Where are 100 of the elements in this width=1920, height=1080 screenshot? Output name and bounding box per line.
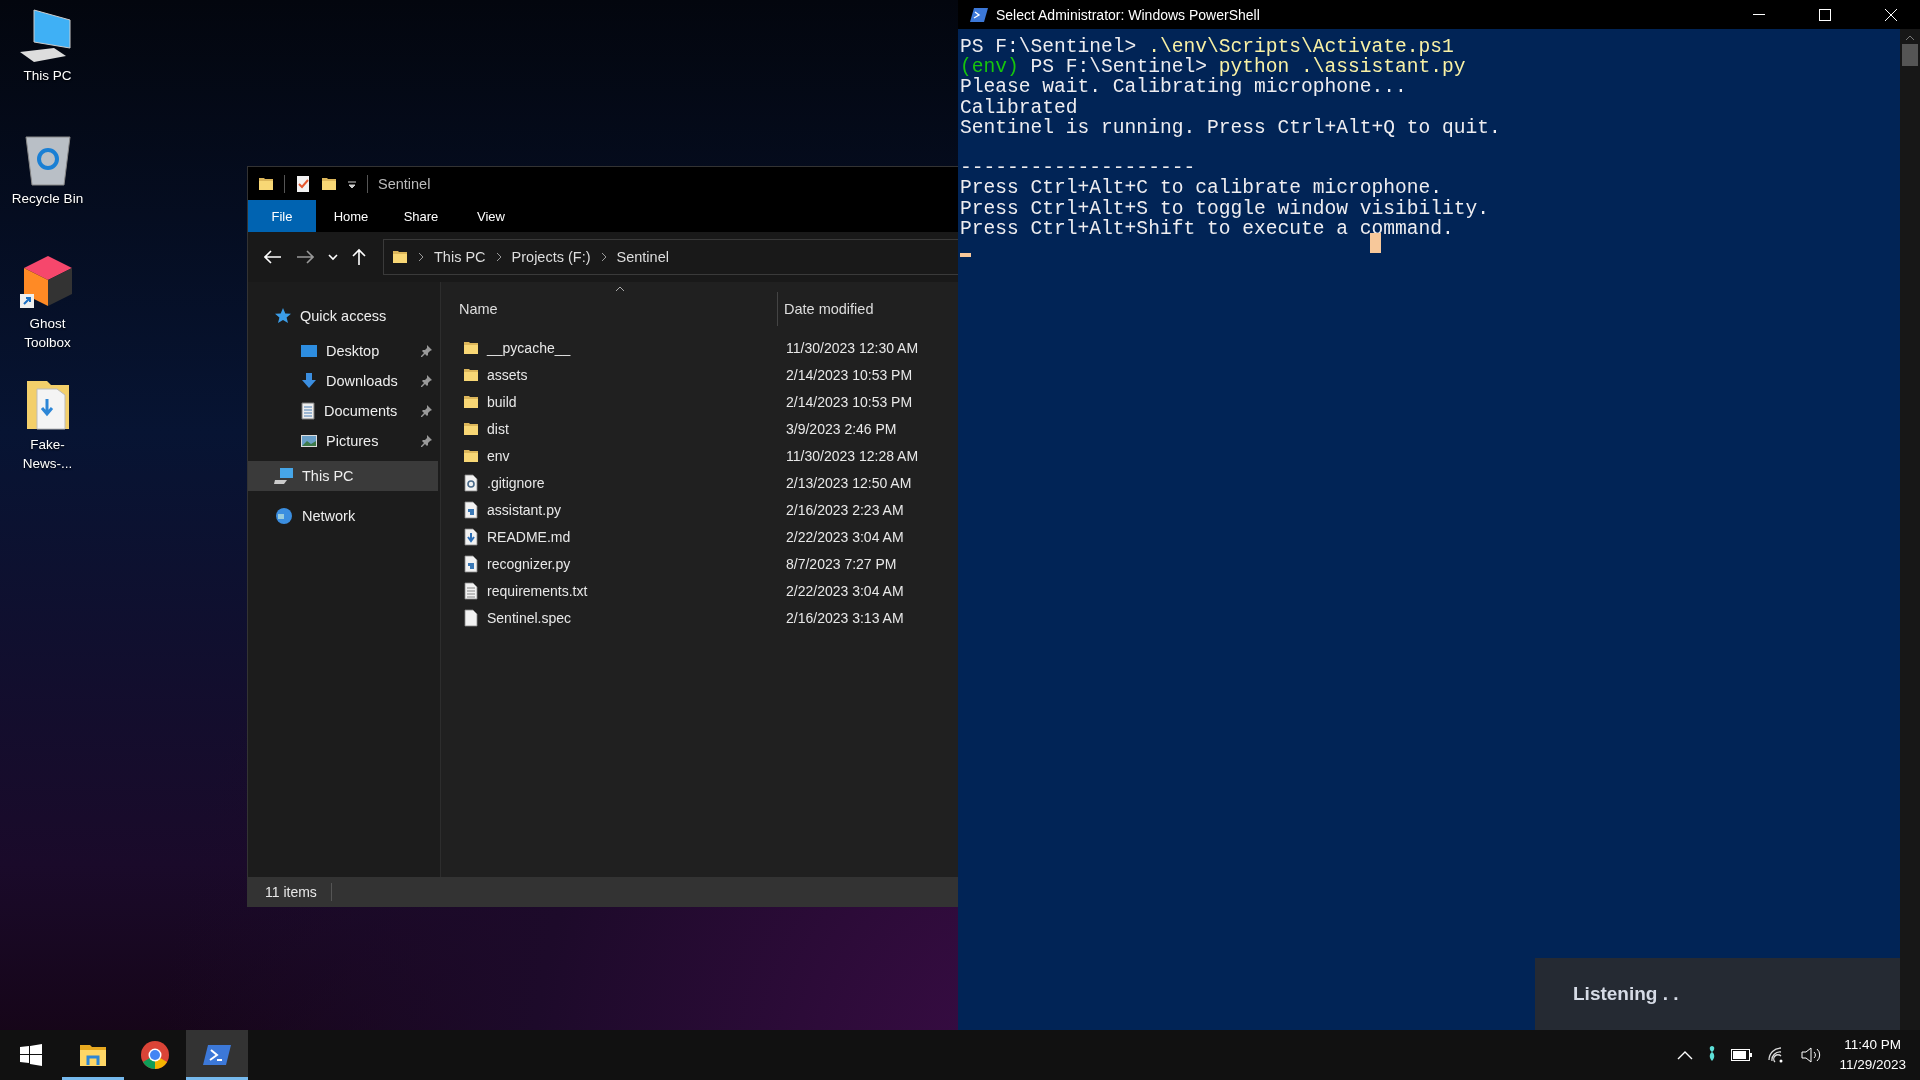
pin-icon[interactable] [420, 375, 432, 387]
sidebar-item[interactable]: Network [248, 501, 438, 531]
date-modified: 11/30/2023 12:30 AM [785, 339, 919, 356]
address-bar[interactable]: This PC Projects (F:) Sentinel [383, 239, 958, 275]
breadcrumb-item[interactable]: This PC [434, 249, 486, 265]
scrollbar-thumb[interactable] [1902, 44, 1918, 66]
maximize-icon [1819, 8, 1831, 21]
breadcrumb-item[interactable]: Sentinel [616, 249, 669, 265]
terminal-line: Calibrated [960, 96, 1078, 119]
file-name[interactable]: .gitignore [487, 474, 545, 491]
sidebar-item[interactable]: Documents [248, 396, 440, 426]
sidebar-item[interactable]: Quick access [248, 301, 438, 331]
sidebar-item[interactable]: This PC [248, 461, 438, 491]
properties-icon[interactable] [295, 174, 311, 193]
file-name[interactable]: README.md [487, 528, 571, 545]
folder-icon [79, 1043, 107, 1067]
text-file-icon [463, 581, 479, 600]
close-icon [1885, 8, 1897, 21]
file-name[interactable]: env [487, 447, 510, 464]
desktop-icon [300, 344, 318, 358]
powershell-icon [970, 7, 988, 22]
file-name[interactable]: assistant.py [487, 501, 561, 518]
pin-icon[interactable] [420, 405, 432, 417]
desktop-icon-label[interactable]: Ghost Toolbox [9, 314, 86, 352]
sidebar-item[interactable]: Downloads [248, 366, 440, 396]
toast-text: Listening . . [1573, 983, 1679, 1005]
star-icon [274, 307, 292, 325]
file-icon [463, 608, 479, 627]
clock[interactable]: 11:40 PM 11/29/2023 [1835, 1035, 1906, 1075]
date-modified: 8/7/2023 7:27 PM [785, 555, 897, 572]
gear-file-icon [463, 473, 479, 492]
folder-icon[interactable] [258, 175, 274, 192]
browser-icon [140, 1040, 170, 1070]
back-arrow-icon[interactable] [264, 250, 282, 264]
date-modified: 2/14/2023 10:53 PM [785, 393, 913, 410]
desktop-icon-label[interactable]: Recycle Bin [9, 189, 86, 208]
file-name[interactable]: __pycache__ [487, 339, 571, 356]
download-icon [300, 372, 318, 390]
powershell-icon [203, 1044, 231, 1066]
markdown-file-icon [463, 527, 479, 546]
scroll-up-icon[interactable] [1906, 35, 1914, 40]
text-cursor [960, 252, 971, 257]
date-modified: 2/14/2023 10:53 PM [785, 366, 913, 383]
taskbar-button[interactable] [186, 1030, 248, 1080]
dropdown-icon[interactable] [347, 178, 357, 189]
folder-icon [392, 249, 408, 265]
breadcrumb-item[interactable]: Projects (F:) [511, 249, 591, 265]
ribbon-tab[interactable]: Share [386, 200, 456, 232]
column-header[interactable]: Date modified [778, 292, 958, 326]
forward-arrow-icon[interactable] [296, 250, 314, 264]
date-modified: 11/30/2023 12:28 AM [785, 447, 919, 464]
new-folder-icon[interactable] [321, 175, 337, 192]
terminal-line: Sentinel is running. Press Ctrl+Alt+Q to quit. [960, 116, 1501, 139]
date-modified: 2/16/2023 2:23 AM [785, 501, 904, 518]
file-menu-button[interactable]: File [248, 200, 316, 232]
up-arrow-icon[interactable] [352, 248, 366, 266]
battery-icon[interactable] [1731, 1049, 1754, 1061]
computer-icon [274, 467, 294, 485]
date-modified: 3/9/2023 2:46 PM [785, 420, 897, 437]
file-name[interactable]: assets [487, 366, 528, 383]
chevron-down-icon[interactable] [328, 253, 338, 261]
ribbon-tab[interactable]: View [456, 200, 526, 232]
desktop-icon-label[interactable]: Fake-News-... [9, 435, 86, 473]
sidebar-item[interactable]: Pictures [248, 426, 440, 456]
chevron-right-icon [495, 252, 502, 262]
pin-icon[interactable] [420, 345, 432, 357]
date-modified: 2/22/2023 3:04 AM [785, 582, 904, 599]
python-file-icon [463, 500, 479, 519]
terminal-line: Press Ctrl+Alt+C to calibrate microphone. [960, 177, 1443, 200]
picture-icon [300, 434, 318, 448]
date-modified: 2/22/2023 3:04 AM [785, 528, 904, 545]
python-file-icon [463, 554, 479, 573]
document-icon [300, 402, 316, 420]
window-title: Sentinel [378, 175, 431, 192]
file-name[interactable]: Sentinel.spec [487, 609, 572, 626]
terminal-line: Press Ctrl+Alt+Shift to execute a command. [960, 217, 1454, 240]
date-modified: 2/13/2023 12:50 AM [785, 474, 912, 491]
chevron-right-icon [418, 252, 424, 262]
file-name[interactable]: recognizer.py [487, 555, 571, 572]
volume-icon[interactable] [1801, 1046, 1822, 1064]
file-name[interactable]: requirements.txt [487, 582, 588, 599]
folder-icon [463, 393, 479, 410]
window-title: Select Administrator: Windows PowerShell [996, 6, 1261, 23]
sidebar-item[interactable]: Desktop [248, 336, 440, 366]
folder-icon [463, 339, 479, 356]
file-name[interactable]: dist [487, 420, 509, 437]
ribbon-tab[interactable]: Home [316, 200, 386, 232]
terminal-line: Please wait. Calibrating microphone... [960, 76, 1407, 99]
terminal-line: Press Ctrl+Alt+S to toggle window visibility. [960, 197, 1490, 220]
folder-icon [463, 420, 479, 437]
windows-start-icon [20, 1044, 42, 1066]
column-header[interactable]: Name [453, 292, 778, 326]
file-name[interactable]: build [487, 393, 517, 410]
chevron-up-icon[interactable] [1677, 1050, 1694, 1060]
globe-icon [274, 506, 294, 526]
minimize-icon [1753, 13, 1765, 16]
desktop-icon-label[interactable]: This PC [9, 66, 86, 85]
item-count: 11 items [265, 884, 317, 900]
pin-icon[interactable] [420, 435, 432, 447]
chevron-right-icon [600, 252, 607, 262]
